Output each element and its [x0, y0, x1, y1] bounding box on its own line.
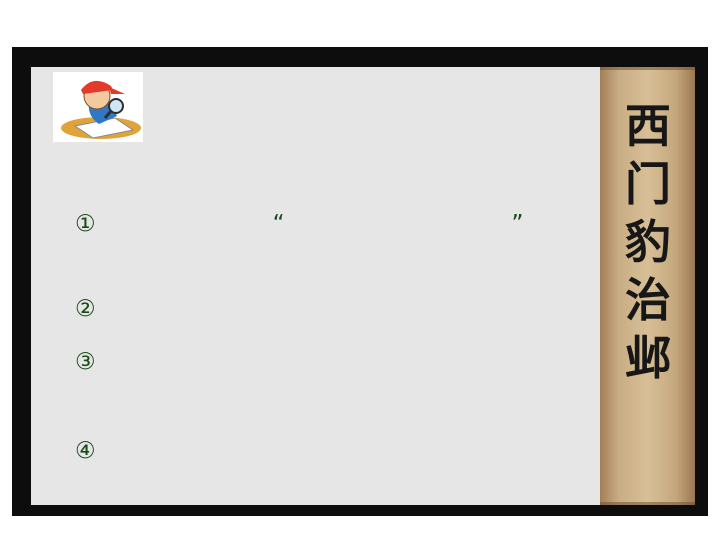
title-char: 门 — [625, 157, 671, 211]
scroll-title-panel: 西 门 豹 治 邺 — [600, 67, 695, 505]
title-char: 邺 — [625, 331, 671, 385]
title-char: 治 — [625, 273, 671, 327]
title-char: 西 — [625, 99, 671, 153]
list-item-2: ② — [75, 296, 373, 322]
list-item-1: ① “ ” — [75, 211, 526, 237]
scroll-title: 西 门 豹 治 邺 — [604, 97, 692, 387]
list-item-3: ③ — [75, 349, 648, 375]
list-item-4: ④ — [75, 438, 548, 464]
title-char: 豹 — [625, 215, 671, 269]
question-text — [105, 112, 585, 150]
